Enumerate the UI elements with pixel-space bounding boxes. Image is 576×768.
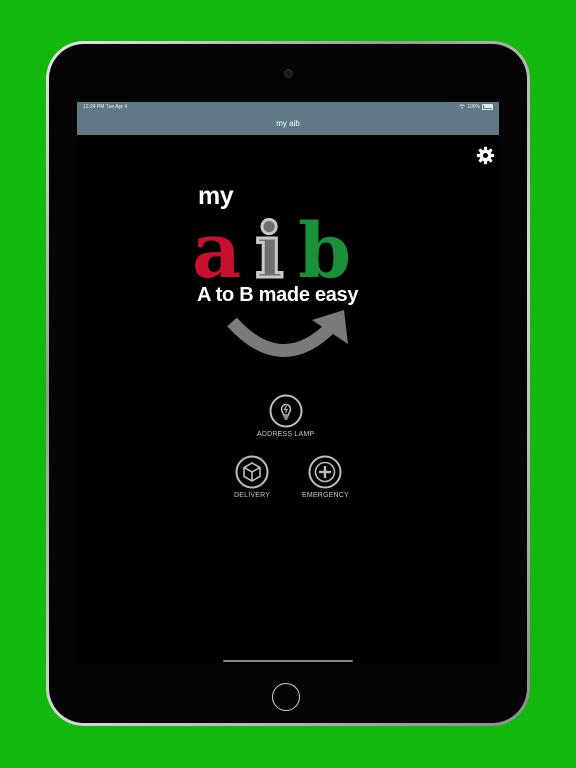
logo-letter-b: b bbox=[298, 206, 351, 287]
curved-arrow-icon bbox=[227, 310, 348, 357]
logo-letter-a: a bbox=[192, 206, 241, 287]
navigation-bar: my aib bbox=[77, 111, 499, 135]
emergency-button[interactable]: EMERGENCY bbox=[302, 455, 349, 499]
battery-percent: 100% bbox=[467, 103, 480, 110]
package-icon bbox=[235, 455, 269, 489]
address-lamp-button[interactable]: ADDRESS LAMP bbox=[257, 394, 314, 438]
emergency-label: EMERGENCY bbox=[302, 492, 349, 499]
wifi-icon bbox=[459, 104, 465, 109]
lightbulb-icon bbox=[269, 394, 303, 428]
home-button[interactable] bbox=[272, 683, 300, 711]
gear-icon[interactable] bbox=[476, 146, 495, 165]
logo-letter-i: i bbox=[255, 206, 284, 287]
home-indicator[interactable] bbox=[223, 660, 353, 662]
front-camera bbox=[284, 69, 293, 78]
logo-letters: a i b bbox=[192, 205, 351, 288]
delivery-button[interactable]: DELIVERY bbox=[234, 455, 270, 499]
delivery-label: DELIVERY bbox=[234, 492, 271, 499]
status-right: 100% bbox=[459, 103, 493, 110]
aib-logo: my a i b A to B made easy bbox=[192, 177, 392, 372]
status-bar: 12:24 PM Tue Apr 4 100% bbox=[77, 102, 499, 111]
nav-title: my aib bbox=[276, 118, 300, 128]
status-time-date: 12:24 PM Tue Apr 4 bbox=[83, 104, 127, 110]
address-lamp-label: ADDRESS LAMP bbox=[257, 431, 315, 438]
status-date: Tue Apr 4 bbox=[105, 103, 128, 110]
status-time: 12:24 PM bbox=[83, 103, 105, 110]
app-screen: 12:24 PM Tue Apr 4 100% my aib my a i b … bbox=[77, 102, 499, 664]
plus-icon bbox=[308, 455, 342, 489]
battery-icon bbox=[482, 103, 493, 110]
